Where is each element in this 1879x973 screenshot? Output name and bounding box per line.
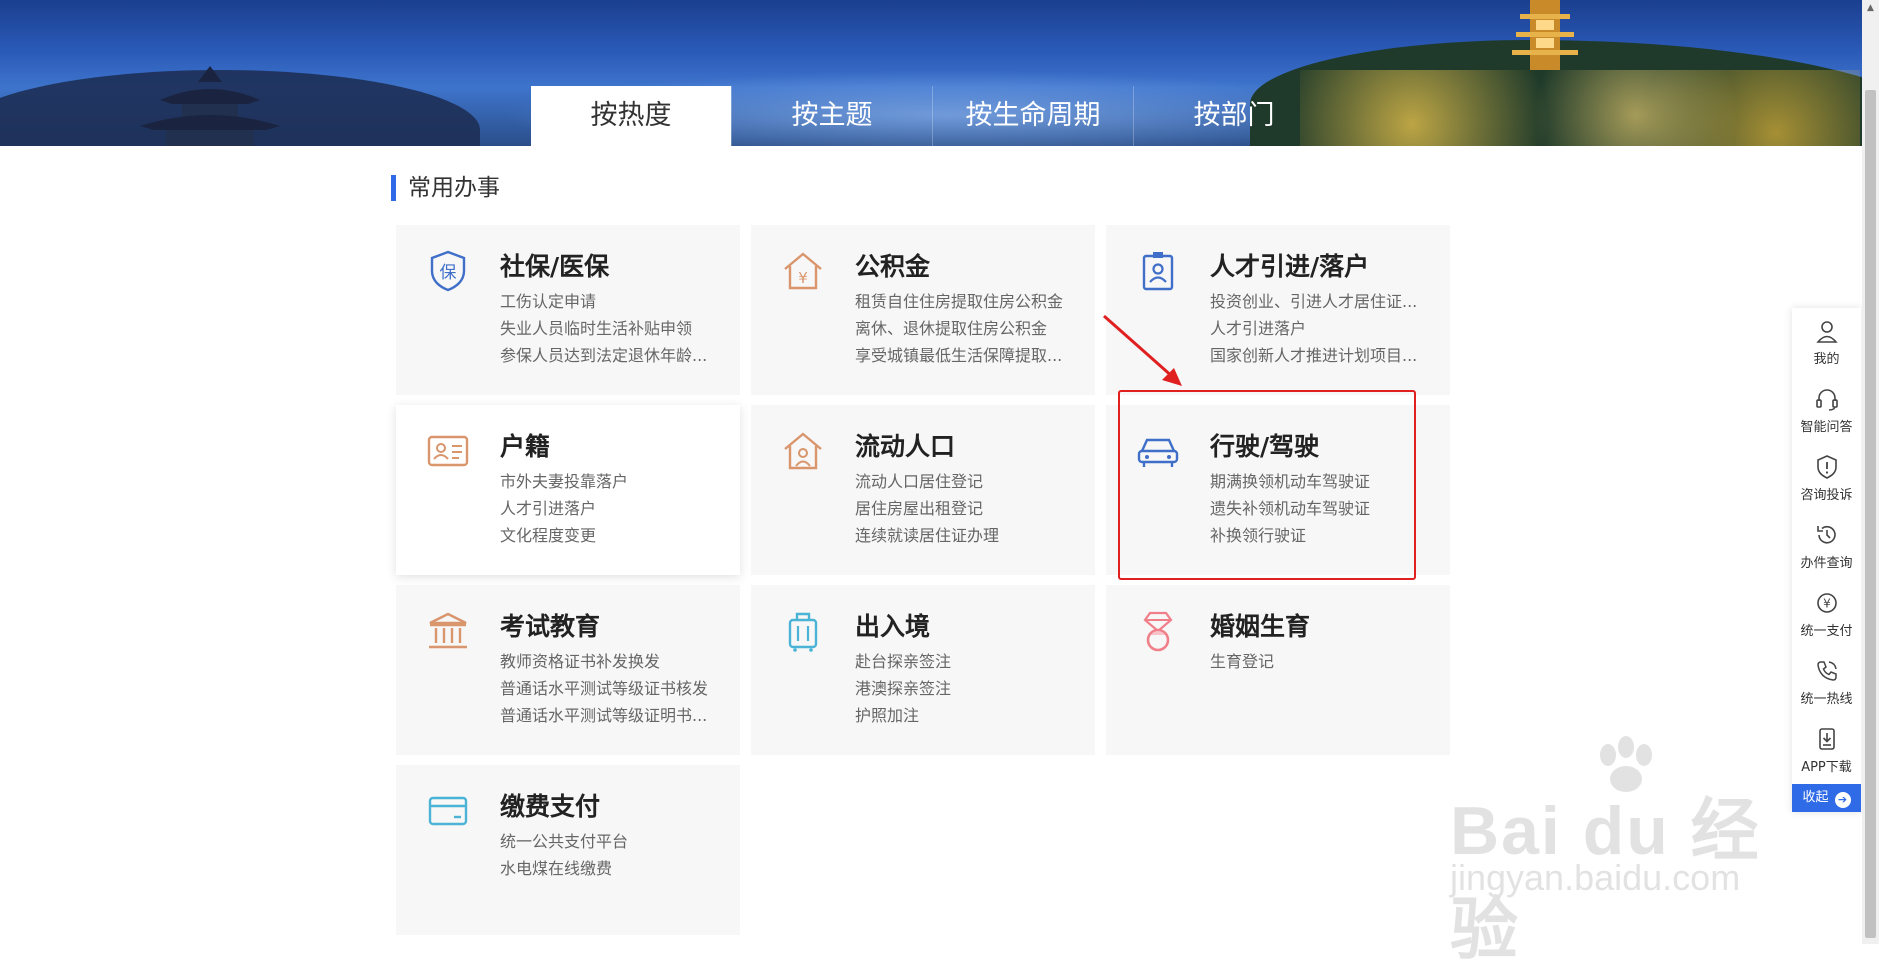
card-title: 出入境 <box>855 612 931 641</box>
floatbar-item-complaint[interactable]: 咨询投诉 <box>1792 444 1861 512</box>
floatbar-item-smart-qa[interactable]: 智能问答 <box>1792 376 1861 444</box>
id-card-icon <box>427 435 469 467</box>
card-item-link[interactable]: 护照加注 <box>855 702 1075 729</box>
card-item-link[interactable]: 文化程度变更 <box>500 522 720 549</box>
card-floating-population[interactable]: 流动人口 流动人口居住登记 居住房屋出租登记 连续就读居住证办理 <box>751 405 1095 575</box>
svg-text:¥: ¥ <box>1823 597 1831 611</box>
scrollbar-thumb[interactable] <box>1865 90 1876 938</box>
card-item-link[interactable]: 生育登记 <box>1210 648 1430 675</box>
card-item-link[interactable]: 国家创新人才推进计划项目... <box>1210 342 1430 369</box>
card-item-link[interactable]: 普通话水平测试等级证明书... <box>500 702 720 729</box>
card-item-link[interactable]: 港澳探亲签注 <box>855 675 1075 702</box>
card-item-link[interactable]: 离休、退休提取住房公积金 <box>855 315 1075 342</box>
wallet-card-icon <box>428 796 468 826</box>
card-item-link[interactable]: 居住房屋出租登记 <box>855 495 1075 522</box>
card-housing-fund[interactable]: ¥ 公积金 租赁自住住房提取住房公积金 离休、退休提取住房公积金 享受城镇最低生… <box>751 225 1095 395</box>
banner-city-lights <box>1300 70 1860 146</box>
floatbar-item-case-query[interactable]: 办件查询 <box>1792 512 1861 580</box>
card-title: 流动人口 <box>855 432 956 461</box>
card-item-link[interactable]: 流动人口居住登记 <box>855 468 1075 495</box>
card-item-link[interactable]: 赴台探亲签注 <box>855 648 1075 675</box>
card-item-link[interactable]: 市外夫妻投靠落户 <box>500 468 720 495</box>
badge-person-icon <box>1142 252 1174 291</box>
baidu-jingyan-watermark: Bai du 经验 jingyan.baidu.com <box>1440 735 1780 968</box>
floatbar-label: 办件查询 <box>1800 556 1853 571</box>
shield-bao-icon: 保 <box>430 250 466 292</box>
download-icon <box>1818 728 1835 750</box>
floatbar-label: APP下载 <box>1801 760 1852 775</box>
luggage-icon <box>788 612 818 652</box>
phone-icon <box>1816 661 1837 681</box>
watermark-url-text: jingyan.baidu.com <box>1450 857 1741 898</box>
floatbar-item-hotline[interactable]: 统一热线 <box>1792 648 1861 716</box>
card-item-link[interactable]: 参保人员达到法定退休年龄... <box>500 342 720 369</box>
tab-by-life-cycle[interactable]: 按生命周期 <box>932 86 1133 146</box>
floatbar-item-my[interactable]: 我的 <box>1792 308 1861 376</box>
floatbar-label: 我的 <box>1813 352 1840 367</box>
house-person-icon <box>784 432 822 470</box>
card-item-link[interactable]: 统一公共支付平台 <box>500 828 720 855</box>
card-social-security[interactable]: 保 社保/医保 工伤认定申请 失业人员临时生活补贴申领 参保人员达到法定退休年龄… <box>396 225 740 395</box>
history-icon <box>1816 525 1836 544</box>
building-columns-icon <box>429 612 467 649</box>
category-tabs: 按热度 按主题 按生命周期 按部门 <box>531 86 1334 146</box>
svg-text:¥: ¥ <box>798 269 808 287</box>
pagoda-right-image <box>1512 0 1578 70</box>
card-item-link[interactable]: 工伤认定申请 <box>500 288 720 315</box>
card-item-link[interactable]: 投资创业、引进人才居住证... <box>1210 288 1430 315</box>
card-payment[interactable]: 缴费支付 统一公共支付平台 水电煤在线缴费 <box>396 765 740 935</box>
header-banner: 按热度 按主题 按生命周期 按部门 <box>0 0 1862 146</box>
page-scrollbar[interactable]: ▲ <box>1862 0 1879 944</box>
floatbar-label: 统一热线 <box>1800 692 1853 707</box>
pagoda-left-image <box>140 66 280 146</box>
card-item-link[interactable]: 失业人员临时生活补贴申领 <box>500 315 720 342</box>
section-title: 常用办事 <box>391 175 500 201</box>
card-marriage-birth[interactable]: 婚姻生育 生育登记 <box>1106 585 1450 755</box>
card-item-link[interactable]: 连续就读居住证办理 <box>855 522 1075 549</box>
scroll-up-arrow-icon[interactable]: ▲ <box>1862 0 1879 17</box>
annotation-arrow <box>1103 314 1182 386</box>
card-item-link[interactable]: 租赁自住住房提取住房公积金 <box>855 288 1075 315</box>
card-title: 考试教育 <box>500 612 601 641</box>
headset-icon <box>1815 389 1838 411</box>
floatbar-collapse-button[interactable]: 收起 ➔ <box>1792 784 1861 812</box>
floatbar-item-payment[interactable]: ¥ 统一支付 <box>1792 580 1861 648</box>
house-yen-icon: ¥ <box>784 252 822 290</box>
card-item-link[interactable]: 教师资格证书补发换发 <box>500 648 720 675</box>
tab-by-department[interactable]: 按部门 <box>1133 86 1334 146</box>
user-icon <box>1815 321 1838 343</box>
card-item-link[interactable]: 水电煤在线缴费 <box>500 855 720 882</box>
arrow-right-icon: ➔ <box>1834 792 1851 808</box>
shield-alert-icon <box>1816 455 1837 479</box>
right-float-toolbar: 我的 智能问答 咨询投诉 办件查询 ¥ 统一支付 统一热线 APP下载 收起 ➔ <box>1792 308 1861 812</box>
card-title: 婚姻生育 <box>1210 612 1311 641</box>
svg-text:保: 保 <box>440 263 457 283</box>
card-item-link[interactable]: 人才引进落户 <box>500 495 720 522</box>
floatbar-item-app-download[interactable]: APP下载 <box>1792 716 1861 784</box>
card-item-link[interactable]: 享受城镇最低生活保障提取... <box>855 342 1075 369</box>
card-item-link[interactable]: 普通话水平测试等级证书核发 <box>500 675 720 702</box>
card-exam-education[interactable]: 考试教育 教师资格证书补发换发 普通话水平测试等级证书核发 普通话水平测试等级证… <box>396 585 740 755</box>
collapse-label: 收起 <box>1802 790 1829 805</box>
card-title: 缴费支付 <box>500 792 601 821</box>
card-title: 户籍 <box>500 432 551 461</box>
floatbar-label: 统一支付 <box>1800 624 1853 639</box>
floatbar-label: 咨询投诉 <box>1800 488 1853 503</box>
card-title: 社保/医保 <box>500 252 610 281</box>
annotation-highlight-box <box>1118 390 1416 580</box>
card-title: 人才引进/落户 <box>1210 252 1370 281</box>
card-item-link[interactable]: 人才引进落户 <box>1210 315 1430 342</box>
card-entry-exit[interactable]: 出入境 赴台探亲签注 港澳探亲签注 护照加注 <box>751 585 1095 755</box>
tab-by-popularity[interactable]: 按热度 <box>531 86 731 146</box>
floatbar-label: 智能问答 <box>1800 420 1853 435</box>
card-title: 公积金 <box>855 252 931 281</box>
diamond-ring-icon <box>1143 611 1173 652</box>
yen-circle-icon: ¥ <box>1816 593 1837 613</box>
card-household-registration[interactable]: 户籍 市外夫妻投靠落户 人才引进落户 文化程度变更 <box>396 405 740 575</box>
tab-by-theme[interactable]: 按主题 <box>731 86 932 146</box>
